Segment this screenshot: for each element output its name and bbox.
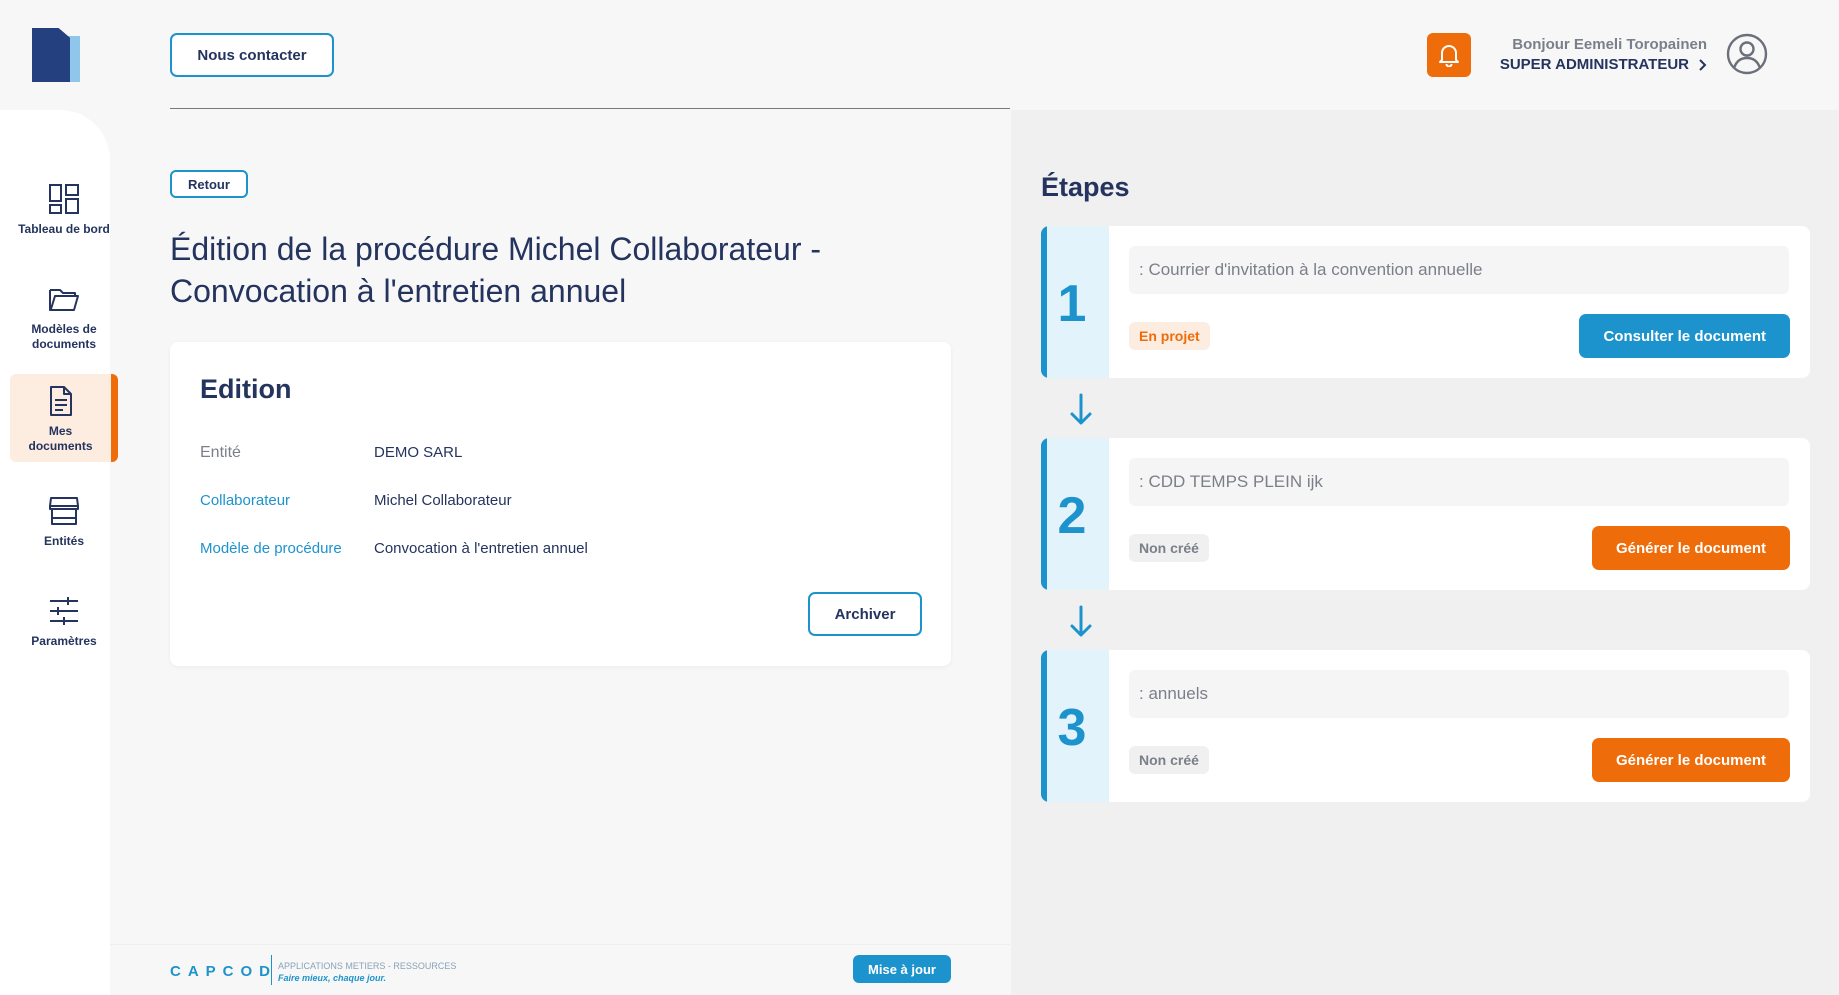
step-number: 1 xyxy=(1057,275,1087,333)
sliders-icon xyxy=(50,597,78,625)
sidebar-item-dashboard[interactable]: Tableau de bord xyxy=(10,182,118,237)
steps-title: Étapes xyxy=(1041,172,1130,202)
field-value: DEMO SARL xyxy=(374,444,463,461)
back-button[interactable]: Retour xyxy=(170,170,248,198)
header-divider xyxy=(170,108,1010,109)
field-label: Entité xyxy=(200,444,241,461)
step-number: 2 xyxy=(1057,487,1087,545)
sidebar-item-templates[interactable]: Modèles de documents xyxy=(10,282,118,352)
step-name: : CDD TEMPS PLEIN ijk xyxy=(1129,458,1789,506)
arrow-down-icon xyxy=(1070,393,1092,425)
step-card: 2 : CDD TEMPS PLEIN ijk Non créé Générer… xyxy=(1041,438,1810,590)
sidebar-item-label: Tableau de bord xyxy=(18,222,110,236)
sidebar-item-label: Entités xyxy=(43,534,84,548)
field-value: Convocation à l'entretien annuel xyxy=(374,540,588,557)
procedure-template-link[interactable]: Modèle de procédure xyxy=(200,540,370,557)
footer: CAPCOD APPLICATIONS METIERS - RESSOURCES… xyxy=(110,944,1010,995)
app-logo[interactable] xyxy=(32,28,80,82)
folder-icon xyxy=(49,289,79,311)
contact-button[interactable]: Nous contacter xyxy=(170,33,334,77)
update-button[interactable]: Mise à jour xyxy=(853,955,951,983)
user-greeting: Bonjour Eemeli Toropainen xyxy=(1512,36,1707,53)
status-badge: Non créé xyxy=(1129,746,1209,774)
sidebar-item-settings[interactable]: Paramètres xyxy=(10,594,118,649)
step-card: 1 : Courrier d'invitation à la conventio… xyxy=(1041,226,1810,378)
sidebar-item-label: Paramètres xyxy=(31,634,97,648)
sidebar: Tableau de bord Modèles de documents Mes… xyxy=(0,110,118,995)
notifications-button[interactable] xyxy=(1427,33,1471,77)
brand-slogan: Faire mieux, chaque jour. xyxy=(278,973,387,983)
document-icon xyxy=(49,386,72,416)
bell-icon xyxy=(1439,45,1459,67)
sidebar-item-my-documents[interactable]: Mes documents xyxy=(10,374,118,462)
sidebar-item-label: Mes documents xyxy=(28,424,93,453)
view-document-button[interactable]: Consulter le document xyxy=(1579,314,1790,358)
user-info: Bonjour Eemeli Toropainen SUPER ADMINIST… xyxy=(1500,36,1707,73)
step-card: 3 : annuels Non créé Générer le document xyxy=(1041,650,1810,802)
page-title: Édition de la procédure Michel Collabora… xyxy=(170,231,822,309)
arrow-down-icon xyxy=(1070,605,1092,637)
collaborator-link[interactable]: Collaborateur xyxy=(200,492,370,509)
field-value: Michel Collaborateur xyxy=(374,492,512,509)
chevron-right-icon xyxy=(1699,58,1707,71)
step-name: : Courrier d'invitation à la convention … xyxy=(1129,246,1789,294)
archive-button[interactable]: Archiver xyxy=(808,592,922,636)
step-number: 3 xyxy=(1057,699,1087,757)
user-avatar-icon[interactable] xyxy=(1726,33,1768,75)
brand-divider xyxy=(271,955,272,985)
steps-panel: Étapes 1 : Courrier d'invitation à la co… xyxy=(1011,110,1839,995)
brand-tagline: APPLICATIONS METIERS - RESSOURCES xyxy=(278,961,457,971)
brand-logo: CAPCOD xyxy=(170,963,278,980)
sidebar-item-label: Modèles de documents xyxy=(31,322,97,351)
user-role-menu[interactable]: SUPER ADMINISTRATEUR xyxy=(1500,56,1707,73)
store-icon xyxy=(49,497,79,525)
status-badge: En projet xyxy=(1129,322,1210,350)
generate-document-button[interactable]: Générer le document xyxy=(1591,738,1790,782)
edition-card: Edition Entité DEMO SARL Collaborateur M… xyxy=(170,342,951,666)
generate-document-button[interactable]: Générer le document xyxy=(1591,526,1790,570)
card-title: Edition xyxy=(200,374,292,404)
sidebar-item-entities[interactable]: Entités xyxy=(10,494,118,549)
user-role: SUPER ADMINISTRATEUR xyxy=(1499,56,1689,73)
status-badge: Non créé xyxy=(1129,534,1209,562)
dashboard-icon xyxy=(49,184,79,214)
step-name: : annuels xyxy=(1129,670,1789,718)
